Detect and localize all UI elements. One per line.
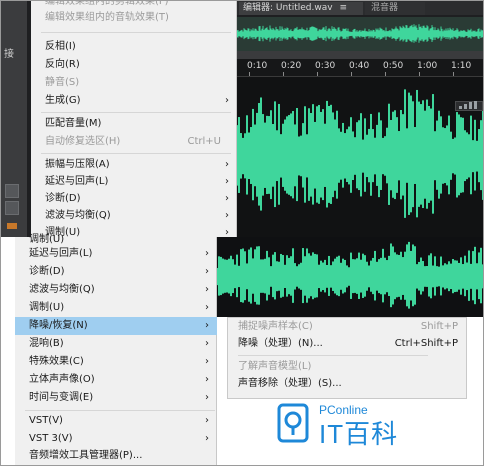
submenu-arrow-icon: ›: [205, 284, 209, 295]
search-icon: [277, 403, 309, 443]
screenshot-frame: 接 编辑器: Untitled.wav ≡ 混音器 0:10 0:20 0:30 0:…: [0, 0, 484, 466]
menu-item-generate[interactable]: 生成(G) ›: [31, 92, 237, 110]
submenu-arrow-icon: ›: [225, 95, 229, 106]
submenu-arrow-icon: ›: [205, 248, 209, 259]
menu-separator: [238, 355, 428, 356]
submenu-arrow-icon: ›: [205, 266, 209, 277]
menu-item-stereo[interactable]: 立体声声像(O) ›: [15, 371, 217, 389]
submenu-arrow-icon: ›: [205, 415, 209, 426]
watermark-site: PConline: [319, 403, 368, 417]
panel-indicator: [7, 223, 17, 229]
submenu-arrow-icon: ›: [205, 374, 209, 385]
submenu-arrow-icon: ›: [205, 433, 209, 444]
menu-item-sound-remover[interactable]: 声音移除（处理）(S)...: [228, 375, 466, 393]
noise-reduction-submenu: 捕捉噪声样本(C) Shift+P 降噪（处理）(N)... Ctrl+Shift+…: [227, 317, 467, 399]
ruler-tick-label: 0:40: [349, 61, 370, 71]
menu-item-silence[interactable]: 静音(S): [31, 74, 237, 92]
time-ruler[interactable]: 0:10 0:20 0:30 0:40 0:50 1:00 1:10: [237, 59, 483, 77]
waveform-svg: [216, 241, 483, 309]
ruler-tick-label: 0:10: [247, 61, 268, 71]
menu-item-reverb[interactable]: 混响(B) ›: [15, 335, 217, 353]
menu-item-auto-heal[interactable]: 自动修复选区(H) Ctrl+U: [31, 133, 237, 151]
menu-item-delay[interactable]: 延迟与回声(L) ›: [15, 245, 217, 263]
menu-item-time-pitch[interactable]: 时间与变调(E) ›: [15, 389, 217, 407]
panel-tab-fragment[interactable]: 接: [4, 45, 14, 60]
menu-item-capture-noise-print[interactable]: 捕捉噪声样本(C) Shift+P: [228, 318, 466, 336]
menu-item-filter-eq[interactable]: 滤波与均衡(Q) ›: [15, 281, 217, 299]
ruler-tick-label: 0:20: [281, 61, 302, 71]
submenu-arrow-icon: ›: [225, 210, 229, 221]
waveform-overview[interactable]: [237, 17, 483, 51]
ruler-tick-mark: [249, 72, 250, 76]
ruler-tick-label: 0:50: [383, 61, 404, 71]
overview-waveform-svg: [237, 24, 483, 43]
menu-item-diagnostics[interactable]: 诊断(D) ›: [31, 190, 237, 208]
menu-separator: [41, 32, 231, 33]
ruler-tick-label: 0:30: [315, 61, 336, 71]
menu-separator: [41, 112, 231, 113]
tab-editor-label: 编辑器: Untitled.wav: [243, 3, 333, 13]
menu-item-noise-reduction-process[interactable]: 降噪（处理）(N)... Ctrl+Shift+P: [228, 335, 466, 353]
waveform-svg: [236, 89, 483, 218]
tab-editor[interactable]: 编辑器: Untitled.wav ≡: [239, 2, 363, 15]
left-panel-strip: 接: [1, 1, 27, 237]
submenu-arrow-icon: ›: [205, 356, 209, 367]
submenu-arrow-icon: ›: [205, 320, 209, 331]
menu-item-plugin-manager[interactable]: 音频增效工具管理器(P)...: [15, 447, 217, 465]
menu-item-match-volume[interactable]: 匹配音量(M): [31, 115, 237, 133]
menu-item-noise-reduction[interactable]: 降噪/恢复(N) ›: [15, 317, 217, 335]
ruler-tick-label: 1:10: [451, 61, 472, 71]
waveform-display-lower[interactable]: [216, 237, 483, 317]
menu-item-vst[interactable]: VST(V) ›: [15, 412, 217, 430]
amplitude-zoom-icon[interactable]: [455, 101, 483, 111]
submenu-arrow-icon: ›: [225, 193, 229, 204]
ruler-tick-mark: [385, 72, 386, 76]
menu-item[interactable]: 编辑效果组内的音轨效果(T): [31, 9, 237, 27]
menu-item-modulation[interactable]: 调制(U) ›: [15, 299, 217, 317]
menu-item-delay[interactable]: 延迟与回声(L) ›: [31, 173, 237, 191]
ruler-tick-mark: [283, 72, 284, 76]
tab-mixer[interactable]: 混音器: [365, 2, 425, 15]
panel-button[interactable]: [5, 201, 19, 215]
panel-button[interactable]: [5, 184, 19, 198]
menu-separator: [41, 153, 231, 154]
menu-item-filter-eq[interactable]: 滤波与均衡(Q) ›: [31, 207, 237, 225]
ruler-tick-mark: [351, 72, 352, 76]
menu-item-special[interactable]: 特殊效果(C) ›: [15, 353, 217, 371]
menu-item-reverse[interactable]: 反向(R): [31, 56, 237, 74]
submenu-arrow-icon: ›: [205, 338, 209, 349]
ruler-tick-mark: [419, 72, 420, 76]
submenu-arrow-icon: ›: [225, 159, 229, 170]
submenu-arrow-icon: ›: [205, 392, 209, 403]
menu-item-diagnostics[interactable]: 诊断(D) ›: [15, 263, 217, 281]
ruler-tick-mark: [317, 72, 318, 76]
effects-menu-top: 编辑效果组内的剪辑效果(F) 编辑效果组内的音轨效果(T) 反相(I) 反向(R…: [31, 1, 237, 238]
menu-item-invert[interactable]: 反相(I): [31, 38, 237, 56]
watermark-brand: IT百科: [319, 419, 399, 449]
zoom-navigator[interactable]: [237, 51, 483, 59]
watermark-logo-background: [269, 399, 317, 447]
ruler-tick-label: 1:00: [417, 61, 438, 71]
menu-item-learn-sound-model[interactable]: 了解声音模型(L): [228, 358, 466, 376]
menu-item-vst3[interactable]: VST 3(V) ›: [15, 430, 217, 448]
effects-menu-bottom: 调制(U) 延迟与回声(L) › 诊断(D) › 滤波与均衡(Q) › 调制(U) › …: [15, 234, 217, 465]
tab-menu-icon[interactable]: ≡: [339, 3, 347, 13]
submenu-arrow-icon: ›: [205, 302, 209, 313]
submenu-arrow-icon: ›: [225, 176, 229, 187]
waveform-display[interactable]: [236, 77, 483, 237]
menu-separator: [25, 410, 215, 411]
ruler-tick-mark: [453, 72, 454, 76]
menu-item-amplitude[interactable]: 振幅与压限(A) ›: [31, 156, 237, 174]
